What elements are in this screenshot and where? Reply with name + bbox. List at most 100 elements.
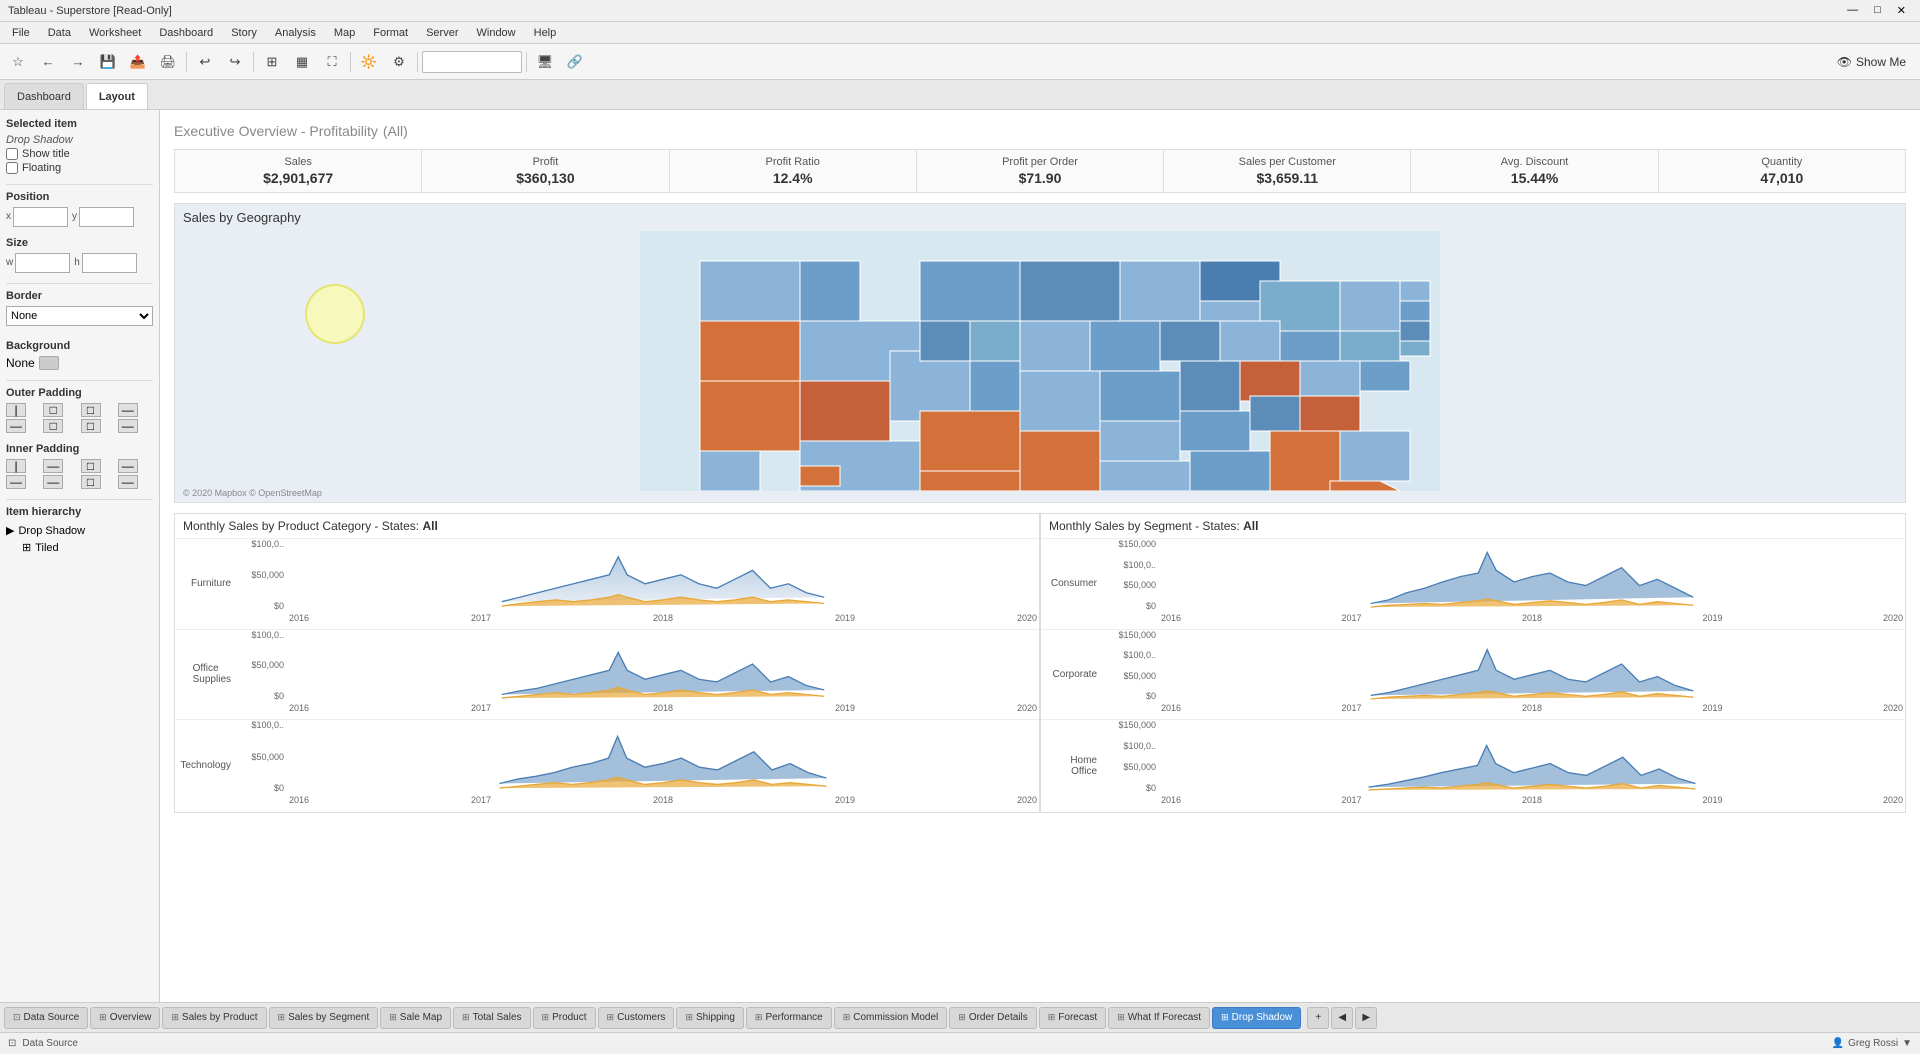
tab-total-sales-label: Total Sales	[473, 1012, 522, 1023]
inner-pad-mc[interactable]: —	[43, 475, 63, 489]
toolbar-device-btn[interactable]: 🖥	[531, 48, 559, 76]
tab-scroll-right[interactable]: ▶	[1355, 1007, 1377, 1029]
tab-forecast[interactable]: ⊞ Forecast	[1039, 1007, 1106, 1029]
toolbar-share-btn[interactable]: 🔗	[561, 48, 589, 76]
toolbar-filter-btn[interactable]: ⚙	[385, 48, 413, 76]
tab-sale-map[interactable]: ⊞ Sale Map	[380, 1007, 451, 1029]
kpi-sales-label: Sales	[179, 156, 417, 168]
state-ct	[1400, 281, 1430, 301]
toolbar-fit-btn[interactable]: ⛶	[318, 48, 346, 76]
toolbar-forward-btn[interactable]: →	[64, 48, 92, 76]
state-ri	[1400, 301, 1430, 321]
inner-pad-mr[interactable]: □	[81, 475, 101, 489]
tech-chart: $100,0..$50,000$0 20162017201820192020	[235, 720, 1039, 811]
tab-commission-model[interactable]: ⊞ Commission Model	[834, 1007, 948, 1029]
dashboard-view: Executive Overview - Profitability (All)…	[160, 110, 1920, 1002]
tab-sales-by-segment[interactable]: ⊞ Sales by Segment	[269, 1007, 379, 1029]
position-y-input[interactable]	[79, 207, 134, 227]
toolbar-layout-btn[interactable]: ▦	[288, 48, 316, 76]
background-color-swatch[interactable]	[39, 356, 59, 370]
menu-analysis[interactable]: Analysis	[267, 25, 324, 41]
tab-dashboard[interactable]: Dashboard	[4, 83, 84, 109]
width-input[interactable]: 1,400	[15, 253, 70, 273]
outer-pad-mr2[interactable]: —	[118, 419, 138, 433]
inner-pad-mr2[interactable]: —	[118, 475, 138, 489]
outer-pad-mr[interactable]: □	[81, 419, 101, 433]
user-dropdown-icon[interactable]: ▼	[1902, 1038, 1912, 1049]
toolbar-highlight-btn[interactable]: 🔆	[355, 48, 383, 76]
state-ms	[1100, 461, 1190, 491]
outer-pad-tr2[interactable]: —	[118, 403, 138, 417]
hierarchy-child-item[interactable]: ⊞ Tiled	[6, 539, 153, 556]
floating-checkbox[interactable]	[6, 162, 18, 174]
inner-pad-ml[interactable]: —	[6, 475, 26, 489]
menu-map[interactable]: Map	[326, 25, 363, 41]
border-select[interactable]: None	[6, 306, 153, 326]
hierarchy-root-item[interactable]: ▶ Drop Shadow	[6, 522, 153, 539]
tab-total-sales[interactable]: ⊞ Total Sales	[453, 1007, 530, 1029]
tab-customers[interactable]: ⊞ Customers	[598, 1007, 675, 1029]
tab-drop-shadow[interactable]: ⊞ Drop Shadow	[1212, 1007, 1301, 1029]
tab-data-source[interactable]: ⊡ Data Source	[4, 1007, 88, 1029]
toolbar-print-btn[interactable]: 🖨	[154, 48, 182, 76]
tab-what-if-forecast[interactable]: ⊞ What If Forecast	[1108, 1007, 1210, 1029]
tab-shipping[interactable]: ⊞ Shipping	[676, 1007, 743, 1029]
close-btn[interactable]: ✕	[1891, 4, 1912, 17]
tech-label: Technology	[175, 720, 235, 811]
outer-pad-tl[interactable]: |	[6, 403, 26, 417]
minimize-btn[interactable]: —	[1841, 4, 1864, 17]
inner-pad-tc[interactable]: —	[43, 459, 63, 473]
menu-story[interactable]: Story	[223, 25, 265, 41]
tab-product-label: Product	[552, 1012, 586, 1023]
menu-format[interactable]: Format	[365, 25, 416, 41]
state-wa	[700, 261, 800, 321]
outer-pad-ml[interactable]: —	[6, 419, 26, 433]
toolbar-redo-btn[interactable]: ↪	[221, 48, 249, 76]
item-hierarchy-label: Item hierarchy	[6, 506, 153, 518]
menu-file[interactable]: File	[4, 25, 38, 41]
chart-corporate-row: Corporate $150,000$100,0..$50,000$0	[1041, 630, 1905, 721]
show-title-checkbox[interactable]	[6, 148, 18, 160]
toolbar-back-btn[interactable]: ←	[34, 48, 62, 76]
tab-overview-label: Overview	[110, 1012, 152, 1023]
toolbar-grid-btn[interactable]: ⊞	[258, 48, 286, 76]
menu-dashboard[interactable]: Dashboard	[151, 25, 221, 41]
outer-padding-label: Outer Padding	[6, 387, 153, 399]
menu-help[interactable]: Help	[526, 25, 565, 41]
toolbar-new-btn[interactable]: ☆	[4, 48, 32, 76]
outer-pad-mc[interactable]: □	[43, 419, 63, 433]
kpi-sales-customer: Sales per Customer $3,659.11	[1164, 150, 1411, 192]
inner-pad-tr[interactable]: □	[81, 459, 101, 473]
menu-data[interactable]: Data	[40, 25, 79, 41]
chart-office-row: OfficeSupplies $100,0..$50,000$0	[175, 630, 1039, 721]
kpi-profit-order-label: Profit per Order	[921, 156, 1159, 168]
toolbar-publish-btn[interactable]: 📤	[124, 48, 152, 76]
outer-pad-tc[interactable]: □	[43, 403, 63, 417]
outer-pad-tr[interactable]: □	[81, 403, 101, 417]
menu-server[interactable]: Server	[418, 25, 466, 41]
tab-scroll-left[interactable]: ◀	[1331, 1007, 1353, 1029]
menu-window[interactable]: Window	[469, 25, 524, 41]
tab-product[interactable]: ⊞ Product	[533, 1007, 596, 1029]
show-me-button[interactable]: 👁 Show Me	[1827, 51, 1916, 73]
inner-pad-tr2[interactable]: —	[118, 459, 138, 473]
toolbar-search-input[interactable]	[422, 51, 522, 73]
tab-overview[interactable]: ⊞ Overview	[90, 1007, 160, 1029]
inner-pad-tl[interactable]: |	[6, 459, 26, 473]
furniture-svg	[287, 539, 1039, 611]
sep4	[417, 52, 418, 72]
toolbar-save-btn[interactable]: 💾	[94, 48, 122, 76]
tab-sales-by-product[interactable]: ⊞ Sales by Product	[162, 1007, 266, 1029]
position-x-input[interactable]	[13, 207, 68, 227]
height-input[interactable]: 900	[82, 253, 137, 273]
selected-item-label: Selected item	[6, 118, 153, 130]
toolbar-undo-btn[interactable]: ↩	[191, 48, 219, 76]
tab-performance[interactable]: ⊞ Performance	[746, 1007, 832, 1029]
menu-worksheet[interactable]: Worksheet	[81, 25, 149, 41]
tab-add-btn[interactable]: +	[1307, 1007, 1329, 1029]
position-inputs: x y	[6, 207, 153, 227]
tab-order-details[interactable]: ⊞ Order Details	[949, 1007, 1036, 1029]
left-chart-panel: Monthly Sales by Product Category - Stat…	[174, 513, 1040, 813]
tab-layout[interactable]: Layout	[86, 83, 148, 109]
maximize-btn[interactable]: □	[1868, 4, 1887, 17]
